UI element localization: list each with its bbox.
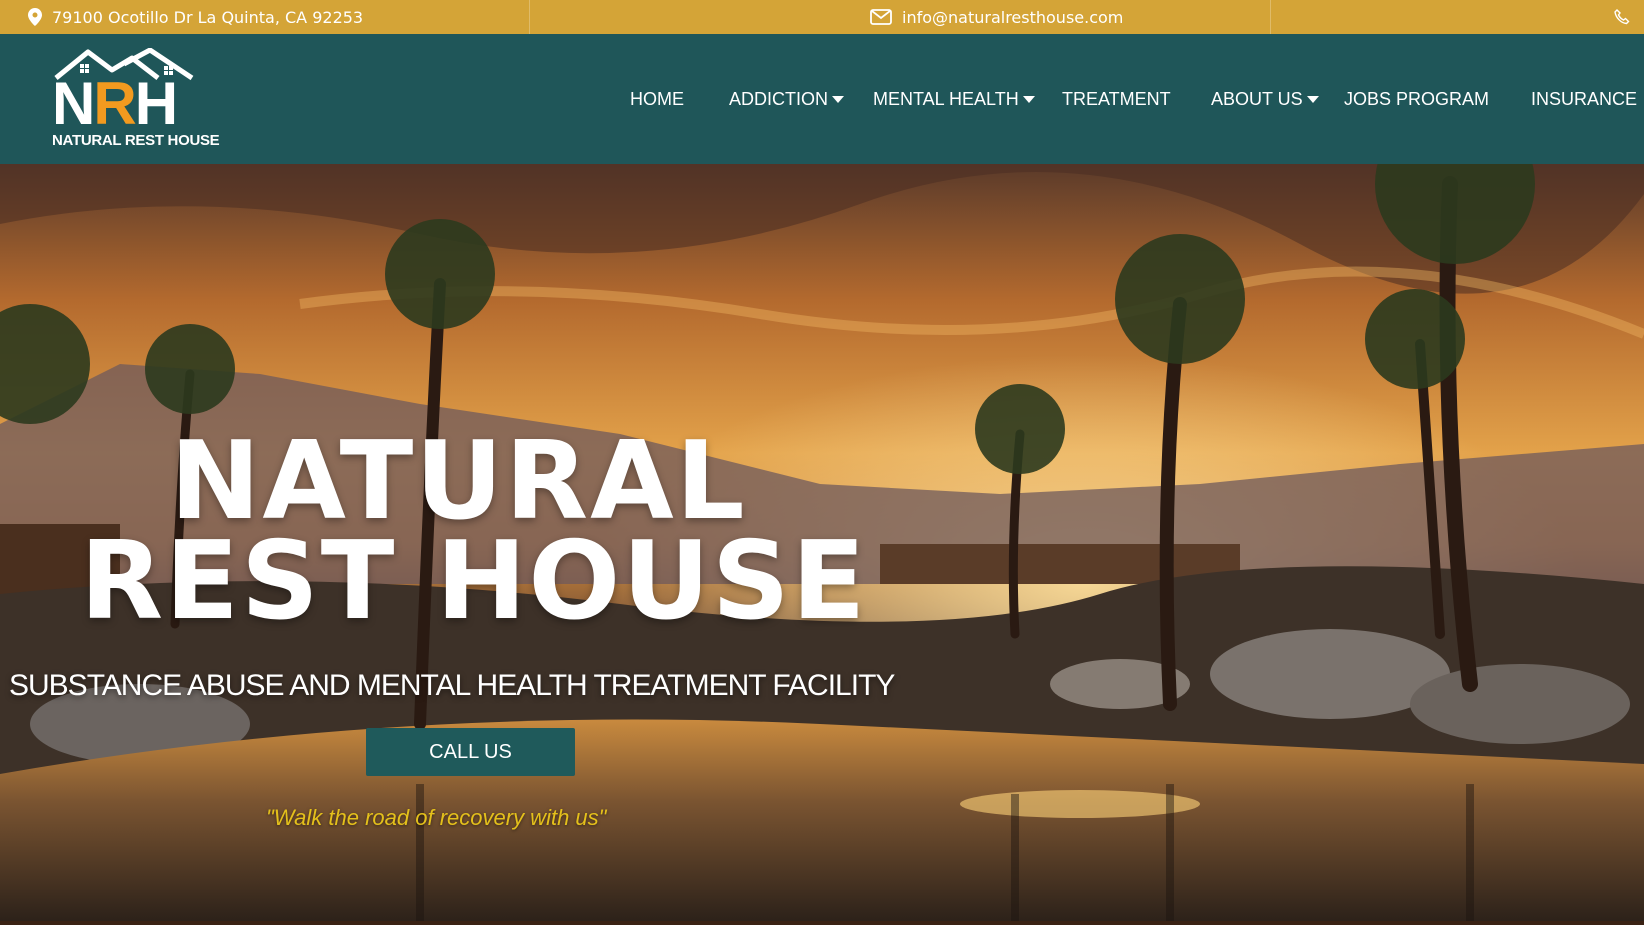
main-nav: HOME ADDICTION MENTAL HEALTH TREATMENT A… bbox=[630, 34, 1644, 164]
hero-headline-line2: REST HOUSE bbox=[80, 519, 868, 644]
address-block[interactable]: 79100 Ocotillo Dr La Quinta, CA 92253 bbox=[28, 0, 363, 34]
chevron-down-icon bbox=[1022, 95, 1035, 103]
nav-item-mental-health[interactable]: MENTAL HEALTH bbox=[873, 34, 1035, 164]
chevron-down-icon bbox=[832, 95, 844, 103]
site-logo[interactable]: NRH NATURAL REST HOUSE bbox=[50, 48, 220, 152]
nav-item-treatment[interactable]: TREATMENT bbox=[1062, 34, 1171, 164]
email-link[interactable]: info@naturalresthouse.com bbox=[902, 8, 1123, 27]
email-block[interactable]: info@naturalresthouse.com bbox=[870, 0, 1123, 34]
address-text: 79100 Ocotillo Dr La Quinta, CA 92253 bbox=[52, 7, 364, 27]
phone-icon[interactable] bbox=[1614, 9, 1630, 25]
logo-subtitle: NATURAL REST HOUSE bbox=[52, 132, 220, 149]
nav-item-home[interactable]: HOME bbox=[630, 34, 684, 164]
bottom-divider bbox=[0, 921, 1644, 925]
logo-letters: NRH bbox=[52, 70, 178, 137]
mail-icon bbox=[870, 9, 892, 25]
nav-item-jobs-program[interactable]: JOBS PROGRAM bbox=[1344, 34, 1489, 164]
hero-subtitle: SUBSTANCE ABUSE AND MENTAL HEALTH TREATM… bbox=[9, 669, 895, 702]
nav-item-about-us[interactable]: ABOUT US bbox=[1211, 34, 1319, 164]
nav-item-addiction[interactable]: ADDICTION bbox=[729, 34, 844, 164]
hero-banner: NATURAL REST HOUSE SUBSTANCE ABUSE AND M… bbox=[0, 164, 1644, 925]
chevron-down-icon bbox=[1306, 95, 1319, 103]
topbar-divider bbox=[1270, 0, 1271, 34]
site-header: NRH NATURAL REST HOUSE HOME ADDICTION ME… bbox=[0, 34, 1644, 164]
top-info-bar: 79100 Ocotillo Dr La Quinta, CA 92253 in… bbox=[0, 0, 1644, 34]
call-us-button[interactable]: CALL US bbox=[366, 728, 575, 776]
map-pin-icon bbox=[28, 8, 42, 26]
phone-block[interactable] bbox=[1614, 0, 1630, 34]
topbar-divider bbox=[529, 0, 530, 34]
nav-item-insurance[interactable]: INSURANCE bbox=[1531, 34, 1637, 164]
hero-tagline: "Walk the road of recovery with us" bbox=[266, 805, 607, 830]
